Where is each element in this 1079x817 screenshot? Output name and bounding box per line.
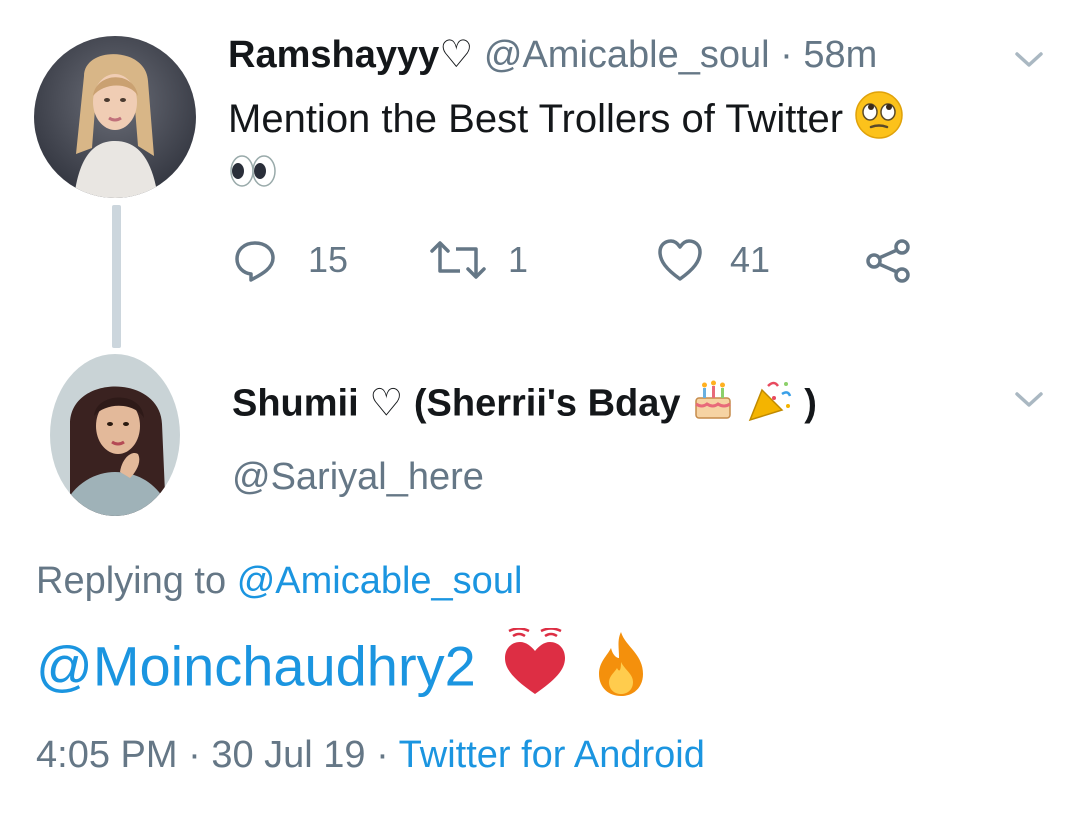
share-button[interactable] bbox=[864, 232, 912, 288]
heart-icon bbox=[658, 239, 702, 281]
reply-button[interactable]: 15 bbox=[232, 232, 348, 288]
avatar-shumii[interactable] bbox=[50, 354, 180, 516]
tweet-timestamp: 4:05 PM bbox=[36, 734, 178, 776]
separator-dot: · bbox=[188, 734, 201, 776]
share-icon bbox=[866, 239, 910, 283]
thread-connector-line bbox=[112, 205, 121, 348]
separator-dot: · bbox=[376, 734, 389, 776]
reply-display-name[interactable]: Shumii ♡ (Sherrii's Bday ) bbox=[232, 378, 817, 433]
eye-roll-emoji bbox=[854, 90, 904, 153]
reply-user-handle[interactable]: @Sariyal_here bbox=[232, 454, 484, 500]
tweet-header: Ramshayyy♡ @Amicable_soul · 58m bbox=[228, 32, 877, 78]
mention-link[interactable]: @Moinchaudhry2 bbox=[36, 634, 476, 697]
beating-heart-emoji bbox=[499, 627, 571, 713]
replying-to-handle-link[interactable]: @Amicable_soul bbox=[237, 560, 523, 602]
reply-tweet-text: @Moinchaudhry2 bbox=[36, 627, 651, 713]
tweet-date: 30 Jul 19 bbox=[211, 734, 366, 776]
birthday-cake-emoji bbox=[691, 378, 735, 433]
user-handle[interactable]: @Amicable_soul bbox=[484, 34, 770, 76]
replying-to-line: Replying to @Amicable_soul bbox=[36, 558, 522, 604]
retweet-button[interactable]: 1 bbox=[428, 232, 528, 288]
tweet-metadata: 4:05 PM · 30 Jul 19 · Twitter for Androi… bbox=[36, 732, 705, 778]
tweet-source-link[interactable]: Twitter for Android bbox=[399, 734, 705, 776]
tweet-text: Mention the Best Trollers of Twitter bbox=[228, 90, 904, 153]
tweet-time: 58m bbox=[803, 34, 878, 76]
fire-emoji bbox=[591, 628, 651, 713]
replying-to-label: Replying to bbox=[36, 560, 227, 602]
like-count: 41 bbox=[730, 239, 771, 280]
reply-name-close: ) bbox=[804, 382, 817, 425]
party-popper-emoji bbox=[746, 378, 794, 433]
retweet-count: 1 bbox=[508, 239, 529, 280]
retweet-icon bbox=[430, 241, 486, 279]
tweet-body: Mention the Best Trollers of Twitter bbox=[228, 97, 844, 142]
chevron-down-icon[interactable] bbox=[1014, 50, 1044, 70]
reply-icon bbox=[235, 241, 275, 282]
display-name[interactable]: Ramshayyy♡ bbox=[228, 34, 473, 76]
reply-name-text: Shumii ♡ (Sherrii's Bday bbox=[232, 382, 681, 425]
reply-count: 15 bbox=[308, 239, 349, 280]
chevron-down-icon[interactable] bbox=[1014, 390, 1044, 410]
like-button[interactable]: 41 bbox=[656, 232, 770, 288]
avatar-ramshayyy[interactable] bbox=[34, 36, 196, 198]
tweet-text-line2 bbox=[228, 150, 278, 202]
eyes-emoji bbox=[228, 152, 278, 202]
separator-dot: · bbox=[780, 34, 793, 76]
